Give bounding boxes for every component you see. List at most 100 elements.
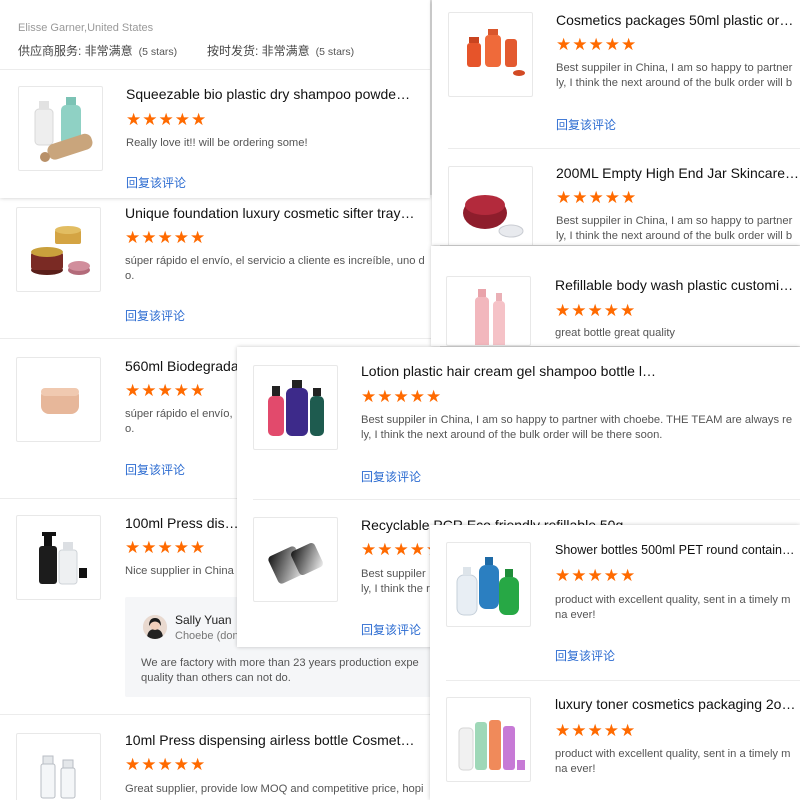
- product-title[interactable]: 100ml Press dispe: [125, 515, 240, 531]
- product-title[interactable]: Unique foundation luxury cosmetic sifter…: [125, 205, 415, 221]
- review-text: Really love it!! will be ordering some!: [126, 137, 308, 149]
- star-icon: ★: [173, 228, 189, 248]
- star-icon: ★: [621, 35, 637, 55]
- shampoo-bottles-image[interactable]: [253, 365, 338, 450]
- star-icon: ★: [173, 755, 189, 775]
- star-icon: ★: [588, 188, 604, 208]
- star-icon: ★: [603, 301, 619, 321]
- star-icon: ★: [587, 301, 603, 321]
- star-icon: ★: [556, 188, 572, 208]
- star-icon: ★: [572, 35, 588, 55]
- star-icon: ★: [125, 755, 141, 775]
- toner-bottles-image[interactable]: [446, 697, 531, 782]
- star-icon: ★: [603, 566, 619, 586]
- gradient-jar-image[interactable]: [253, 517, 338, 602]
- star-icon: ★: [603, 721, 619, 741]
- star-icon: ★: [620, 721, 636, 741]
- review-text-line1: Best suppiler in China, I am so happy to…: [556, 62, 793, 74]
- star-icon: ★: [361, 387, 377, 407]
- star-icon: ★: [621, 188, 637, 208]
- review-text-line2: o.: [125, 423, 135, 435]
- star-icon: ★: [157, 755, 173, 775]
- star-icon: ★: [125, 538, 141, 558]
- orange-bottles-image[interactable]: [448, 12, 533, 97]
- review-text-line1: product with excellent quality, sent in …: [555, 748, 791, 760]
- divider: [448, 148, 800, 149]
- review-text-line1: Best suppiler: [361, 568, 426, 580]
- product-title[interactable]: luxury toner cosmetics packaging 2oz gre: [555, 696, 800, 712]
- reply-link[interactable]: 回复该评论: [361, 621, 421, 638]
- pump-bottle-image[interactable]: [16, 515, 101, 600]
- rating-stars: ★★★★★: [125, 382, 206, 400]
- rating-stars: ★★★★★: [556, 36, 637, 54]
- star-icon: ★: [190, 228, 206, 248]
- divider: [253, 499, 800, 500]
- jar-image[interactable]: [16, 207, 101, 292]
- star-icon: ★: [587, 721, 603, 741]
- rating-stars: ★★★★★: [555, 302, 636, 320]
- review-text-line1: product with excellent quality, sent in …: [555, 594, 791, 606]
- review-text-line1: Best suppiler in China, I am so happy to…: [361, 414, 793, 426]
- star-icon: ★: [393, 540, 409, 560]
- review-text-line1: Nice supplier in China: [125, 565, 234, 577]
- star-icon: ★: [141, 755, 157, 775]
- star-icon: ★: [604, 188, 620, 208]
- review-text-line2: na ever!: [555, 763, 596, 775]
- review-text-line2: ly, I think the next around of the bulk …: [361, 429, 663, 441]
- reply-link[interactable]: 回复该评论: [125, 461, 185, 478]
- star-icon: ★: [588, 35, 604, 55]
- seller-company: Choebe (dong: [175, 630, 245, 642]
- review-text-line1: Great supplier, provide low MOQ and comp…: [125, 783, 424, 795]
- star-icon: ★: [158, 110, 174, 130]
- star-icon: ★: [190, 381, 206, 401]
- product-title[interactable]: Cosmetics packages 50ml plastic orange: [556, 12, 800, 28]
- body-wash-review-panel: Refillable body wash plastic customised …: [431, 246, 800, 346]
- red-jar-image[interactable]: [448, 166, 533, 245]
- bottles-image[interactable]: [18, 86, 103, 171]
- star-icon: ★: [572, 188, 588, 208]
- bottom-right-review-panel: Shower bottles 500ml PET round container…: [430, 525, 800, 800]
- reply-link[interactable]: 回复该评论: [361, 468, 421, 485]
- star-icon: ★: [173, 538, 189, 558]
- product-title[interactable]: Shower bottles 500ml PET round container…: [555, 543, 800, 557]
- review-text-line1: súper rápido el envío,: [125, 408, 233, 420]
- reply-link[interactable]: 回复该评论: [126, 174, 186, 191]
- airless-bottle-image[interactable]: [16, 733, 101, 800]
- divider: [0, 69, 430, 70]
- star-icon: ★: [377, 540, 393, 560]
- review-text-line2: ly, I think the r: [361, 583, 430, 595]
- review-text-line2: ly, I think the next around of the bulk …: [556, 77, 793, 89]
- review-text-line1: Best suppiler in China, I am so happy to…: [556, 215, 793, 227]
- star-icon: ★: [157, 381, 173, 401]
- reply-link[interactable]: 回复该评论: [555, 647, 615, 664]
- right-review-panel: Cosmetics packages 50ml plastic orange ★…: [432, 0, 800, 245]
- product-title[interactable]: 560ml Biodegradal: [125, 358, 245, 374]
- pink-bottles-image[interactable]: [446, 276, 531, 346]
- product-title[interactable]: 10ml Press dispensing airless bottle Cos…: [125, 732, 415, 748]
- product-title[interactable]: 200ML Empty High End Jar Skincare Pack: [556, 165, 800, 181]
- cream-jar-image[interactable]: [16, 357, 101, 442]
- shower-bottles-image[interactable]: [446, 542, 531, 627]
- star-icon: ★: [571, 301, 587, 321]
- shipping-stars: (5 stars): [315, 46, 355, 58]
- reply-link[interactable]: 回复该评论: [556, 116, 616, 133]
- star-icon: ★: [126, 110, 142, 130]
- divider: [0, 338, 440, 339]
- star-icon: ★: [571, 566, 587, 586]
- star-icon: ★: [556, 35, 572, 55]
- star-icon: ★: [555, 721, 571, 741]
- star-icon: ★: [157, 228, 173, 248]
- star-icon: ★: [409, 540, 425, 560]
- product-title[interactable]: Lotion plastic hair cream gel shampoo bo…: [361, 363, 661, 379]
- rating-stars: ★★★★★: [555, 567, 636, 585]
- star-icon: ★: [587, 566, 603, 586]
- star-icon: ★: [426, 387, 442, 407]
- rating-stars: ★★★★★: [125, 539, 206, 557]
- product-title[interactable]: Squeezable bio plastic dry shampoo powde…: [126, 86, 411, 102]
- star-icon: ★: [141, 538, 157, 558]
- reply-link[interactable]: 回复该评论: [125, 307, 185, 324]
- star-icon: ★: [191, 110, 207, 130]
- product-title[interactable]: Refillable body wash plastic customised …: [555, 277, 800, 293]
- star-icon: ★: [620, 301, 636, 321]
- reviewer-name: Elisse Garner,United States: [18, 22, 154, 34]
